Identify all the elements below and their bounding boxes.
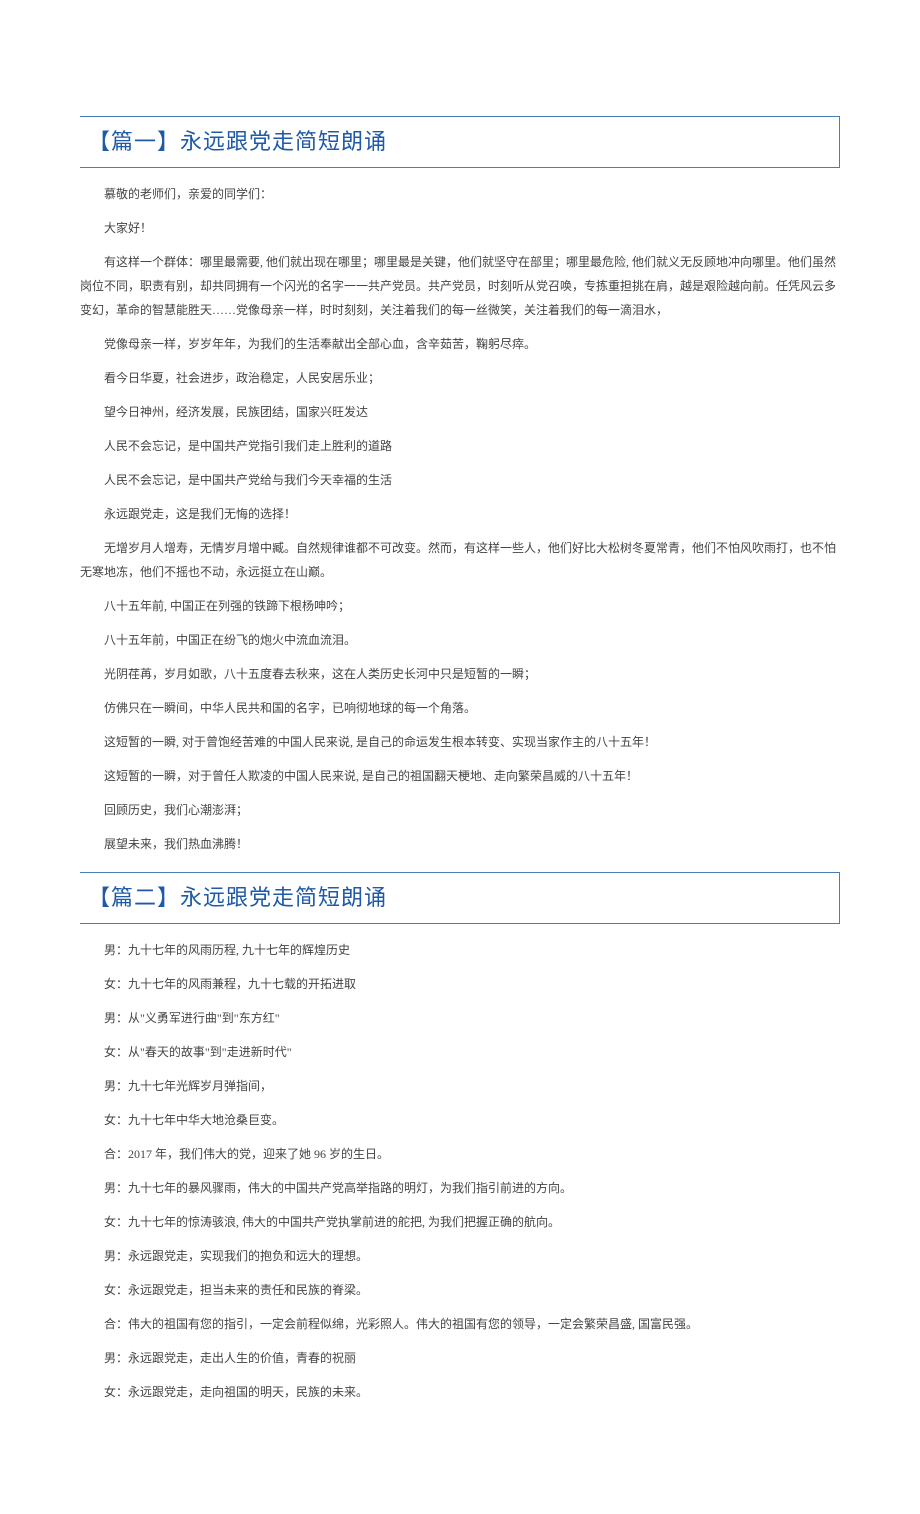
article-1-p1: 慕敬的老师们，亲爱的同学们： [80,182,840,206]
article-2-p6: 女：九十七年中华大地沧桑巨变。 [80,1108,840,1132]
article-1-p5: 看今日华夏，社会进步，政治稳定，人民安居乐业； [80,366,840,390]
article-2-p5: 男：九十七年光辉岁月弹指间， [80,1074,840,1098]
article-1-p11: 八十五年前, 中国正在列强的铁蹄下根杨呻吟； [80,594,840,618]
article-1-p18: 展望未来，我们热血沸腾！ [80,832,840,856]
article-1-p6: 望今日神州，经济发展，民族团结，国家兴旺发达 [80,400,840,424]
article-1-p13: 光阴荏苒，岁月如歌，八十五度春去秋来，这在人类历史长河中只是短暂的一瞬； [80,662,840,686]
article-2-p10: 男：永远跟党走，实现我们的抱负和远大的理想。 [80,1244,840,1268]
article-1-p4: 党像母亲一样，岁岁年年，为我们的生活奉献出全部心血，含辛茹苦，鞠躬尽瘁。 [80,332,840,356]
article-2-heading-box: 【篇二】永远跟党走简短朗诵 [80,872,840,924]
article-1-p9: 永远跟党走，这是我们无悔的选择！ [80,502,840,526]
article-2-p4: 女：从"春天的故事"到"走进新时代" [80,1040,840,1064]
article-1-p10: 无增岁月人增寿，无情岁月增中臧。自然规律谁都不可改变。然而，有这样一些人，他们好… [80,536,840,584]
article-2-p3: 男：从"义勇军进行曲"到"东方红" [80,1006,840,1030]
article-1-p14: 仿佛只在一瞬间，中华人民共和国的名字，已响彻地球的每一个角落。 [80,696,840,720]
article-1: 【篇一】永远跟党走简短朗诵 慕敬的老师们，亲爱的同学们： 大家好！ 有这样一个群… [80,116,840,856]
article-1-p17: 回顾历史，我们心潮澎湃； [80,798,840,822]
article-1-p15: 这短暂的一瞬, 对于曾饱经苦难的中国人民来说, 是自己的命运发生根本转变、实现当… [80,730,840,754]
article-2-p14: 女：永远跟党走，走向祖国的明天，民族的未来。 [80,1380,840,1404]
article-1-p8: 人民不会忘记，是中国共产党给与我们今天幸福的生活 [80,468,840,492]
article-1-p12: 八十五年前，中国正在纷飞的炮火中流血流泪。 [80,628,840,652]
article-1-p16: 这短暂的一瞬，对于曾任人欺凌的中国人民来说, 是自己的祖国翻天梗地、走向繁荣昌威… [80,764,840,788]
article-2-p13: 男：永远跟党走，走出人生的价值，青春的祝丽 [80,1346,840,1370]
article-2-p11: 女：永远跟党走，担当未来的责任和民族的脊梁。 [80,1278,840,1302]
article-2-p12: 合：伟大的祖国有您的指引，一定会前程似绵，光彩照人。伟大的祖国有您的领导，一定会… [80,1312,840,1336]
article-2-p8: 男：九十七年的暴风骤雨，伟大的中国共产党高举指路的明灯，为我们指引前进的方向。 [80,1176,840,1200]
article-2-p2: 女：九十七年的风雨兼程，九十七载的开拓进取 [80,972,840,996]
article-2-p7: 合：2017 年，我们伟大的党，迎来了她 96 岁的生日。 [80,1142,840,1166]
article-1-p2: 大家好！ [80,216,840,240]
article-1-heading-box: 【篇一】永远跟党走简短朗诵 [80,116,840,168]
article-1-heading: 【篇一】永远跟党走简短朗诵 [88,129,387,154]
article-1-p7: 人民不会忘记，是中国共产党指引我们走上胜利的道路 [80,434,840,458]
article-1-p3: 有这样一个群体：哪里最需要, 他们就出现在哪里；哪里最是关键，他们就坚守在部里；… [80,250,840,322]
article-2-p1: 男：九十七年的风雨历程, 九十七年的辉煌历史 [80,938,840,962]
article-2-heading: 【篇二】永远跟党走简短朗诵 [88,885,387,910]
article-2: 【篇二】永远跟党走简短朗诵 男：九十七年的风雨历程, 九十七年的辉煌历史 女：九… [80,872,840,1404]
article-2-p9: 女：九十七年的惊涛骇浪, 伟大的中国共产党执掌前进的舵把, 为我们把握正确的航向… [80,1210,840,1234]
